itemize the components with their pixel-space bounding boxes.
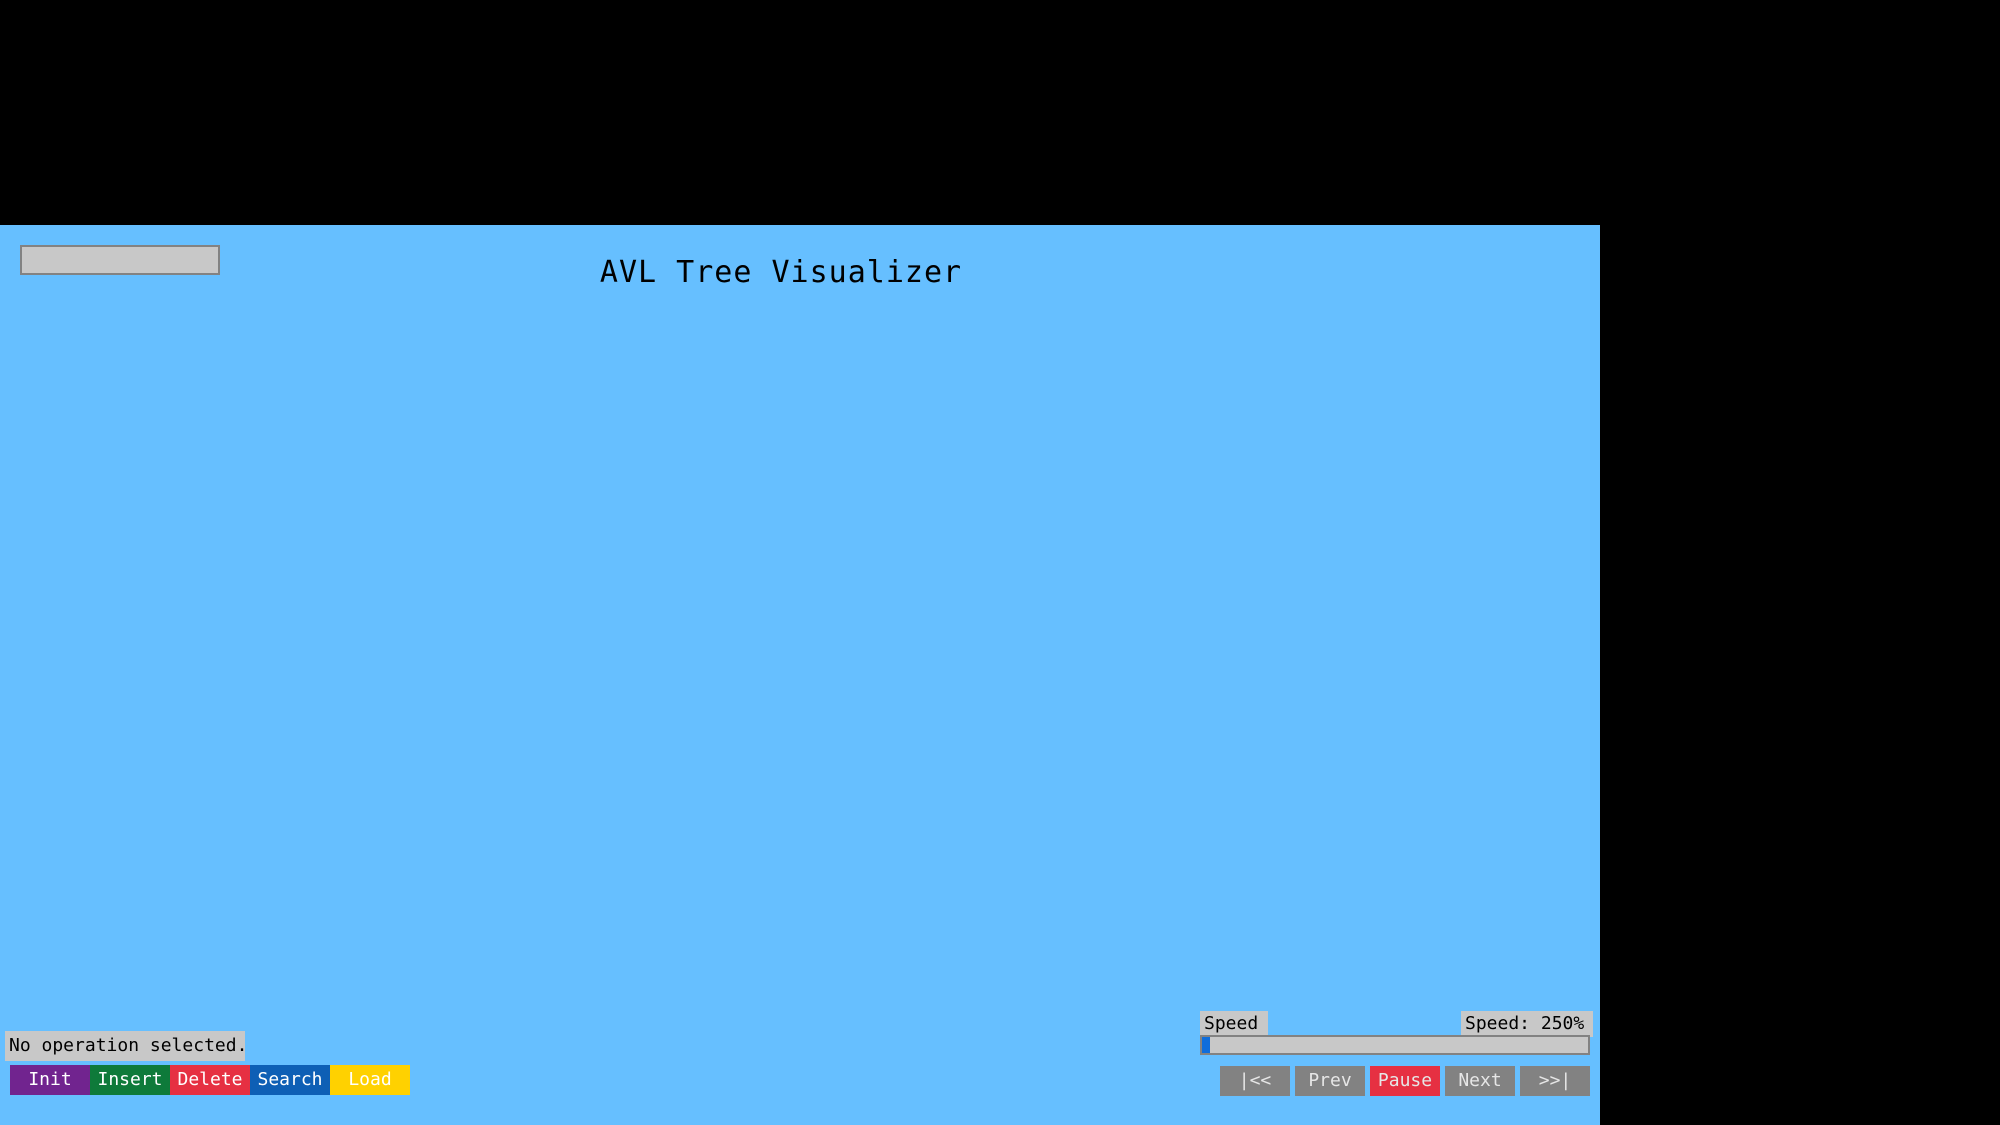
insert-button[interactable]: Insert — [90, 1065, 170, 1095]
prev-button[interactable]: Prev — [1295, 1066, 1365, 1096]
status-text: No operation selected. — [5, 1031, 247, 1061]
load-button[interactable]: Load — [330, 1065, 410, 1095]
page-title: AVL Tree Visualizer — [599, 255, 963, 290]
next-button[interactable]: Next — [1445, 1066, 1515, 1096]
init-button[interactable]: Init — [10, 1065, 90, 1095]
speed-label: Speed — [1200, 1011, 1268, 1037]
speed-slider-fill — [1202, 1037, 1210, 1053]
delete-button[interactable]: Delete — [170, 1065, 250, 1095]
search-button[interactable]: Search — [250, 1065, 330, 1095]
speed-slider[interactable] — [1200, 1035, 1590, 1055]
pause-button[interactable]: Pause — [1370, 1066, 1440, 1096]
last-step-button[interactable]: >>| — [1520, 1066, 1590, 1096]
first-step-button[interactable]: |<< — [1220, 1066, 1290, 1096]
visualizer-canvas: AVL Tree Visualizer No operation selecte… — [0, 225, 1600, 1125]
speed-value: Speed: 250% — [1461, 1011, 1593, 1037]
